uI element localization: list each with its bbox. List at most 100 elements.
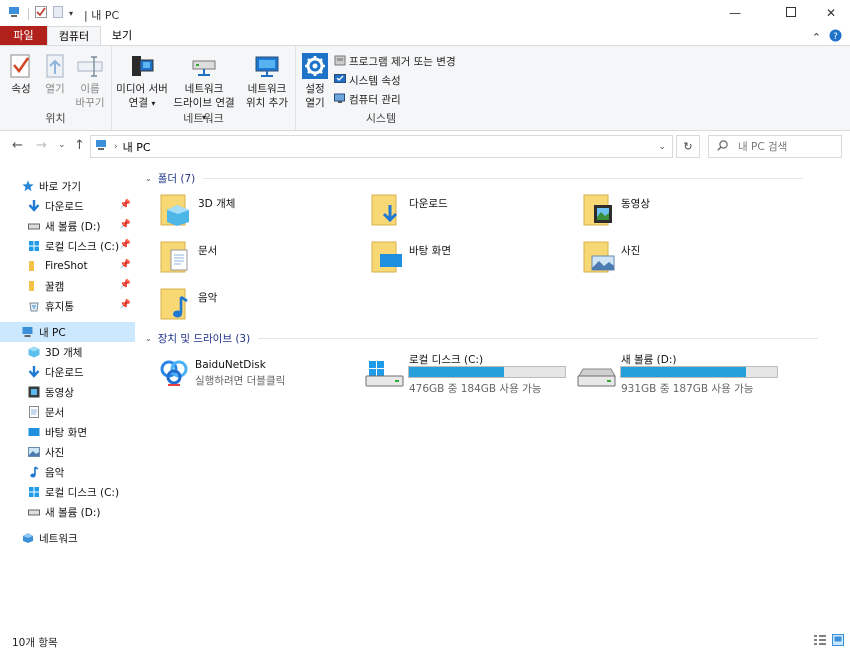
- customize-qa-dropdown[interactable]: ▾: [69, 9, 73, 18]
- sidebar-item-label: 휴지통: [45, 300, 74, 313]
- device-subtitle: 실행하려면 더블클릭: [195, 375, 286, 387]
- search-input[interactable]: 내 PC 검색: [708, 135, 842, 158]
- minimize-button[interactable]: —: [712, 0, 758, 26]
- map-drive-label-line1: 네트워크: [184, 83, 224, 95]
- picture-icon: [28, 446, 40, 458]
- sidebar-item-fireshot[interactable]: FireShot 📌: [0, 256, 135, 276]
- folder-item-downloads[interactable]: 다운로드: [370, 191, 448, 230]
- tab-view[interactable]: 보기: [103, 26, 141, 46]
- arrow-left-icon: ←: [12, 138, 23, 153]
- help-button[interactable]: ?: [829, 29, 842, 45]
- pin-icon[interactable]: 📌: [120, 240, 131, 250]
- sidebar-item-honeycam[interactable]: 꿀캠 📌: [0, 276, 135, 296]
- chevron-down-icon: ⌄: [145, 334, 152, 343]
- ribbon-group-location: 속성 열기 이름 바꾸기 위치: [0, 46, 112, 130]
- device-item-volume-d[interactable]: 새 볼륨 (D:) 931GB 중 187GB 사용 가능: [577, 351, 787, 395]
- folder-item-videos[interactable]: 동영상: [582, 191, 650, 230]
- sidebar-item-this-pc[interactable]: 내 PC: [0, 322, 135, 342]
- ribbon-group-network: 미디어 서버 연결 ▾ 네트워크 드라이브 연결 ▾ 네트워크 위치 추가 네트…: [112, 46, 296, 130]
- folder-item-3d-objects[interactable]: 3D 개체: [159, 191, 235, 230]
- device-item-baidunetdisk[interactable]: BaiduNetDisk 실행하려면 더블클릭: [159, 357, 359, 393]
- rename-button[interactable]: 이름 바꾸기: [72, 52, 108, 110]
- folder-item-music[interactable]: 음악: [159, 285, 217, 324]
- breadcrumb-this-pc[interactable]: 내 PC: [123, 139, 151, 155]
- sidebar-item-local-disk-c-pc[interactable]: 로컬 디스크 (C:): [0, 482, 135, 502]
- properties-button[interactable]: 속성: [6, 52, 36, 96]
- up-button[interactable]: ↑: [74, 138, 85, 153]
- media-server-label-text: 연결: [128, 97, 148, 109]
- system-properties-button[interactable]: 시스템 속성: [334, 71, 401, 89]
- chevron-down-icon: ⌄: [658, 141, 666, 152]
- sidebar-item-downloads-pc[interactable]: 다운로드: [0, 362, 135, 382]
- folder-name: 바탕 화면: [409, 245, 451, 257]
- chevron-down-icon: ▾: [151, 99, 156, 108]
- sidebar-item-downloads[interactable]: 다운로드 📌: [0, 196, 135, 216]
- add-network-location-button[interactable]: 네트워크 위치 추가: [240, 52, 294, 110]
- sidebar-item-music[interactable]: 음악: [0, 462, 135, 482]
- ribbon-group-location-label: 위치: [45, 112, 66, 125]
- pin-icon[interactable]: 📌: [120, 220, 131, 230]
- folder-item-desktop[interactable]: 바탕 화면: [370, 238, 451, 277]
- open-button[interactable]: 열기: [40, 52, 70, 96]
- large-icons-view-button[interactable]: [832, 634, 844, 649]
- sidebar-item-pictures[interactable]: 사진: [0, 442, 135, 462]
- tab-computer[interactable]: 컴퓨터: [47, 26, 101, 46]
- settings-label-line1: 설정: [305, 83, 325, 95]
- pc-icon: [8, 6, 22, 21]
- details-view-button[interactable]: [814, 634, 826, 649]
- folders-header-label: 폴더 (7): [157, 173, 196, 185]
- sidebar-item-local-disk-c[interactable]: 로컬 디스크 (C:) 📌: [0, 236, 135, 256]
- uninstall-program-button[interactable]: 프로그램 제거 또는 변경: [334, 52, 456, 70]
- rename-label-line1: 이름: [80, 83, 100, 95]
- search-placeholder: 내 PC 검색: [738, 141, 788, 153]
- close-button[interactable]: ✕: [808, 0, 850, 26]
- address-dropdown-button[interactable]: ⌄: [658, 142, 666, 152]
- folders-section-header[interactable]: ⌄ 폴더 (7): [145, 171, 845, 186]
- media-server-label-line2: 연결 ▾: [112, 96, 172, 111]
- cube-folder-icon: [159, 191, 193, 230]
- pin-icon[interactable]: 📌: [120, 300, 131, 310]
- details-view-icon: [814, 635, 826, 645]
- sidebar-item-videos[interactable]: 동영상: [0, 382, 135, 402]
- sidebar-item-label: 로컬 디스크 (C:): [45, 240, 120, 253]
- sidebar-item-documents[interactable]: 문서: [0, 402, 135, 422]
- drive-icon: [577, 361, 617, 394]
- new-folder-qa-icon[interactable]: [53, 6, 63, 21]
- device-item-local-disk-c[interactable]: 로컬 디스크 (C:) 476GB 중 184GB 사용 가능: [365, 351, 575, 395]
- pc-icon: [95, 139, 109, 154]
- sidebar-item-desktop[interactable]: 바탕 화면: [0, 422, 135, 442]
- recent-locations-button[interactable]: ⌄: [58, 140, 66, 150]
- tab-file[interactable]: 파일: [0, 26, 47, 46]
- pin-icon[interactable]: 📌: [120, 280, 131, 290]
- windows-drive-icon: [28, 486, 40, 498]
- pin-icon[interactable]: 📌: [120, 260, 131, 270]
- sidebar-item-network[interactable]: 네트워크: [0, 528, 135, 548]
- system-properties-icon: [334, 73, 346, 88]
- sidebar-item-quick-access[interactable]: 바로 가기: [0, 176, 135, 196]
- sidebar-item-label: 다운로드: [45, 200, 84, 213]
- ribbon-group-system: 설정 열기 프로그램 제거 또는 변경 시스템 속성 컴퓨터 관리 시스템: [296, 46, 466, 130]
- open-settings-button[interactable]: 설정 열기: [300, 52, 330, 110]
- pin-icon[interactable]: 📌: [120, 200, 131, 210]
- sidebar-item-label: 3D 개체: [45, 346, 83, 359]
- sidebar-item-volume-d[interactable]: 새 볼륨 (D:) 📌: [0, 216, 135, 236]
- breadcrumb-chevron-icon[interactable]: ›: [114, 142, 118, 152]
- sidebar-item-recycle-bin[interactable]: 휴지통 📌: [0, 296, 135, 316]
- collapse-ribbon-button[interactable]: ⌃: [812, 31, 821, 44]
- desktop-icon: [28, 426, 40, 438]
- devices-section-header[interactable]: ⌄ 장치 및 드라이브 (3): [145, 331, 845, 346]
- folder-item-documents[interactable]: 문서: [159, 238, 217, 277]
- sidebar-item-label: 바탕 화면: [45, 426, 87, 439]
- properties-qa-icon[interactable]: [35, 6, 47, 21]
- address-box[interactable]: › 내 PC ⌄: [90, 135, 673, 158]
- computer-management-button[interactable]: 컴퓨터 관리: [334, 90, 401, 108]
- folder-item-pictures[interactable]: 사진: [582, 238, 640, 277]
- media-server-button[interactable]: 미디어 서버 연결 ▾: [112, 52, 172, 111]
- back-button[interactable]: ←: [12, 138, 23, 153]
- refresh-button[interactable]: ↻: [676, 135, 700, 158]
- sidebar-item-volume-d-pc[interactable]: 새 볼륨 (D:): [0, 502, 135, 522]
- sidebar-item-label: 네트워크: [39, 532, 78, 545]
- sidebar-item-3d-objects[interactable]: 3D 개체: [0, 342, 135, 362]
- help-icon: ?: [829, 29, 842, 42]
- forward-button[interactable]: →: [36, 138, 47, 153]
